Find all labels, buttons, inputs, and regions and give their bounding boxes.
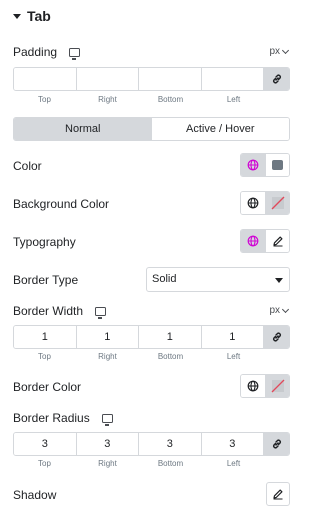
padding-dimension-labels: Top Right Bottom Left xyxy=(13,95,265,104)
edit-shadow-button[interactable] xyxy=(266,482,290,506)
border-type-label: Border Type xyxy=(13,273,79,287)
color-picker-button[interactable] xyxy=(265,154,289,176)
pencil-icon xyxy=(273,489,283,500)
dim-label-left: Left xyxy=(226,352,241,361)
border-width-top-input[interactable]: 1 xyxy=(14,326,77,348)
shadow-label: Shadow xyxy=(13,488,57,502)
color-picker-button[interactable] xyxy=(265,375,289,397)
link-values-button[interactable] xyxy=(264,433,289,455)
padding-top-input[interactable] xyxy=(14,68,77,90)
border-width-label: Border Width xyxy=(13,304,84,318)
dim-label-bottom: Bottom xyxy=(157,352,184,361)
globe-icon xyxy=(247,380,259,392)
typography-label: Typography xyxy=(13,235,76,249)
border-width-dimensions: 1 1 1 1 xyxy=(13,325,290,349)
tab-active-hover[interactable]: Active / Hover xyxy=(151,118,289,140)
border-width-label-row: Border Width xyxy=(13,304,107,319)
pencil-icon xyxy=(272,236,282,247)
padding-unit-select[interactable]: px xyxy=(269,46,290,57)
edit-typography-button[interactable] xyxy=(265,230,289,252)
border-color-controls xyxy=(240,374,290,398)
border-radius-label: Border Radius xyxy=(13,411,90,425)
border-type-label-row: Border Type xyxy=(13,273,78,287)
border-radius-dimension-labels: Top Right Bottom Left xyxy=(13,459,265,468)
padding-label: Padding xyxy=(13,45,58,59)
dim-label-top: Top xyxy=(38,352,51,361)
chevron-down-icon xyxy=(281,305,290,313)
unit-label: px xyxy=(269,46,280,57)
dim-label-top: Top xyxy=(38,459,51,468)
link-icon xyxy=(272,74,281,84)
background-color-label: Background Color xyxy=(13,197,110,211)
typography-controls xyxy=(240,229,290,253)
global-typography-button[interactable] xyxy=(241,230,265,252)
border-width-left-input[interactable]: 1 xyxy=(201,326,264,348)
link-icon xyxy=(272,332,281,342)
global-color-button[interactable] xyxy=(241,154,265,176)
border-radius-top-input[interactable]: 3 xyxy=(14,433,77,455)
typography-label-row: Typography xyxy=(13,235,76,249)
padding-right-input[interactable] xyxy=(76,68,139,90)
background-color-controls xyxy=(240,191,290,215)
border-type-value: Solid xyxy=(152,273,177,285)
dim-label-left: Left xyxy=(226,459,241,468)
tab-normal[interactable]: Normal xyxy=(14,118,152,140)
color-label: Color xyxy=(13,159,42,173)
no-color-icon xyxy=(271,379,284,393)
caret-down-icon xyxy=(275,278,283,283)
dim-label-bottom: Bottom xyxy=(157,95,184,104)
desktop-icon[interactable] xyxy=(101,413,113,426)
dim-label-right: Right xyxy=(98,352,117,361)
state-tabs: Normal Active / Hover xyxy=(13,117,290,141)
section-header-tab[interactable]: Tab xyxy=(13,8,51,24)
border-type-select[interactable]: Solid xyxy=(146,267,290,292)
link-values-button[interactable] xyxy=(264,326,289,348)
global-color-button[interactable] xyxy=(241,375,265,397)
globe-icon xyxy=(247,159,259,171)
dim-label-bottom: Bottom xyxy=(157,459,184,468)
dim-label-left: Left xyxy=(226,95,241,104)
padding-label-row: Padding xyxy=(13,45,81,60)
padding-dimensions xyxy=(13,67,290,91)
caret-down-icon xyxy=(13,13,21,19)
unit-label: px xyxy=(269,305,280,316)
padding-left-input[interactable] xyxy=(201,68,264,90)
desktop-icon[interactable] xyxy=(69,47,81,60)
dim-label-right: Right xyxy=(98,95,117,104)
globe-icon xyxy=(247,235,259,247)
no-color-icon xyxy=(271,196,284,210)
section-title: Tab xyxy=(27,8,51,24)
desktop-icon[interactable] xyxy=(95,306,107,319)
global-color-button[interactable] xyxy=(241,192,265,214)
border-width-bottom-input[interactable]: 1 xyxy=(139,326,202,348)
color-label-row: Color xyxy=(13,159,42,173)
border-radius-label-row: Border Radius xyxy=(13,411,113,426)
border-radius-right-input[interactable]: 3 xyxy=(76,433,139,455)
border-radius-left-input[interactable]: 3 xyxy=(201,433,264,455)
border-width-unit-select[interactable]: px xyxy=(269,305,290,316)
border-color-label: Border Color xyxy=(13,380,82,394)
globe-icon xyxy=(247,197,259,209)
border-radius-dimensions: 3 3 3 3 xyxy=(13,432,290,456)
color-picker-button[interactable] xyxy=(265,192,289,214)
chevron-down-icon xyxy=(281,46,290,54)
color-swatch xyxy=(272,160,283,170)
border-width-right-input[interactable]: 1 xyxy=(76,326,139,348)
link-icon xyxy=(272,439,281,449)
border-color-label-row: Border Color xyxy=(13,380,81,394)
border-width-dimension-labels: Top Right Bottom Left xyxy=(13,352,265,361)
border-radius-bottom-input[interactable]: 3 xyxy=(139,433,202,455)
dim-label-right: Right xyxy=(98,459,117,468)
shadow-label-row: Shadow xyxy=(13,488,56,502)
dim-label-top: Top xyxy=(38,95,51,104)
color-controls xyxy=(240,153,290,177)
link-values-button[interactable] xyxy=(264,68,289,90)
padding-bottom-input[interactable] xyxy=(139,68,202,90)
background-color-label-row: Background Color xyxy=(13,197,109,211)
